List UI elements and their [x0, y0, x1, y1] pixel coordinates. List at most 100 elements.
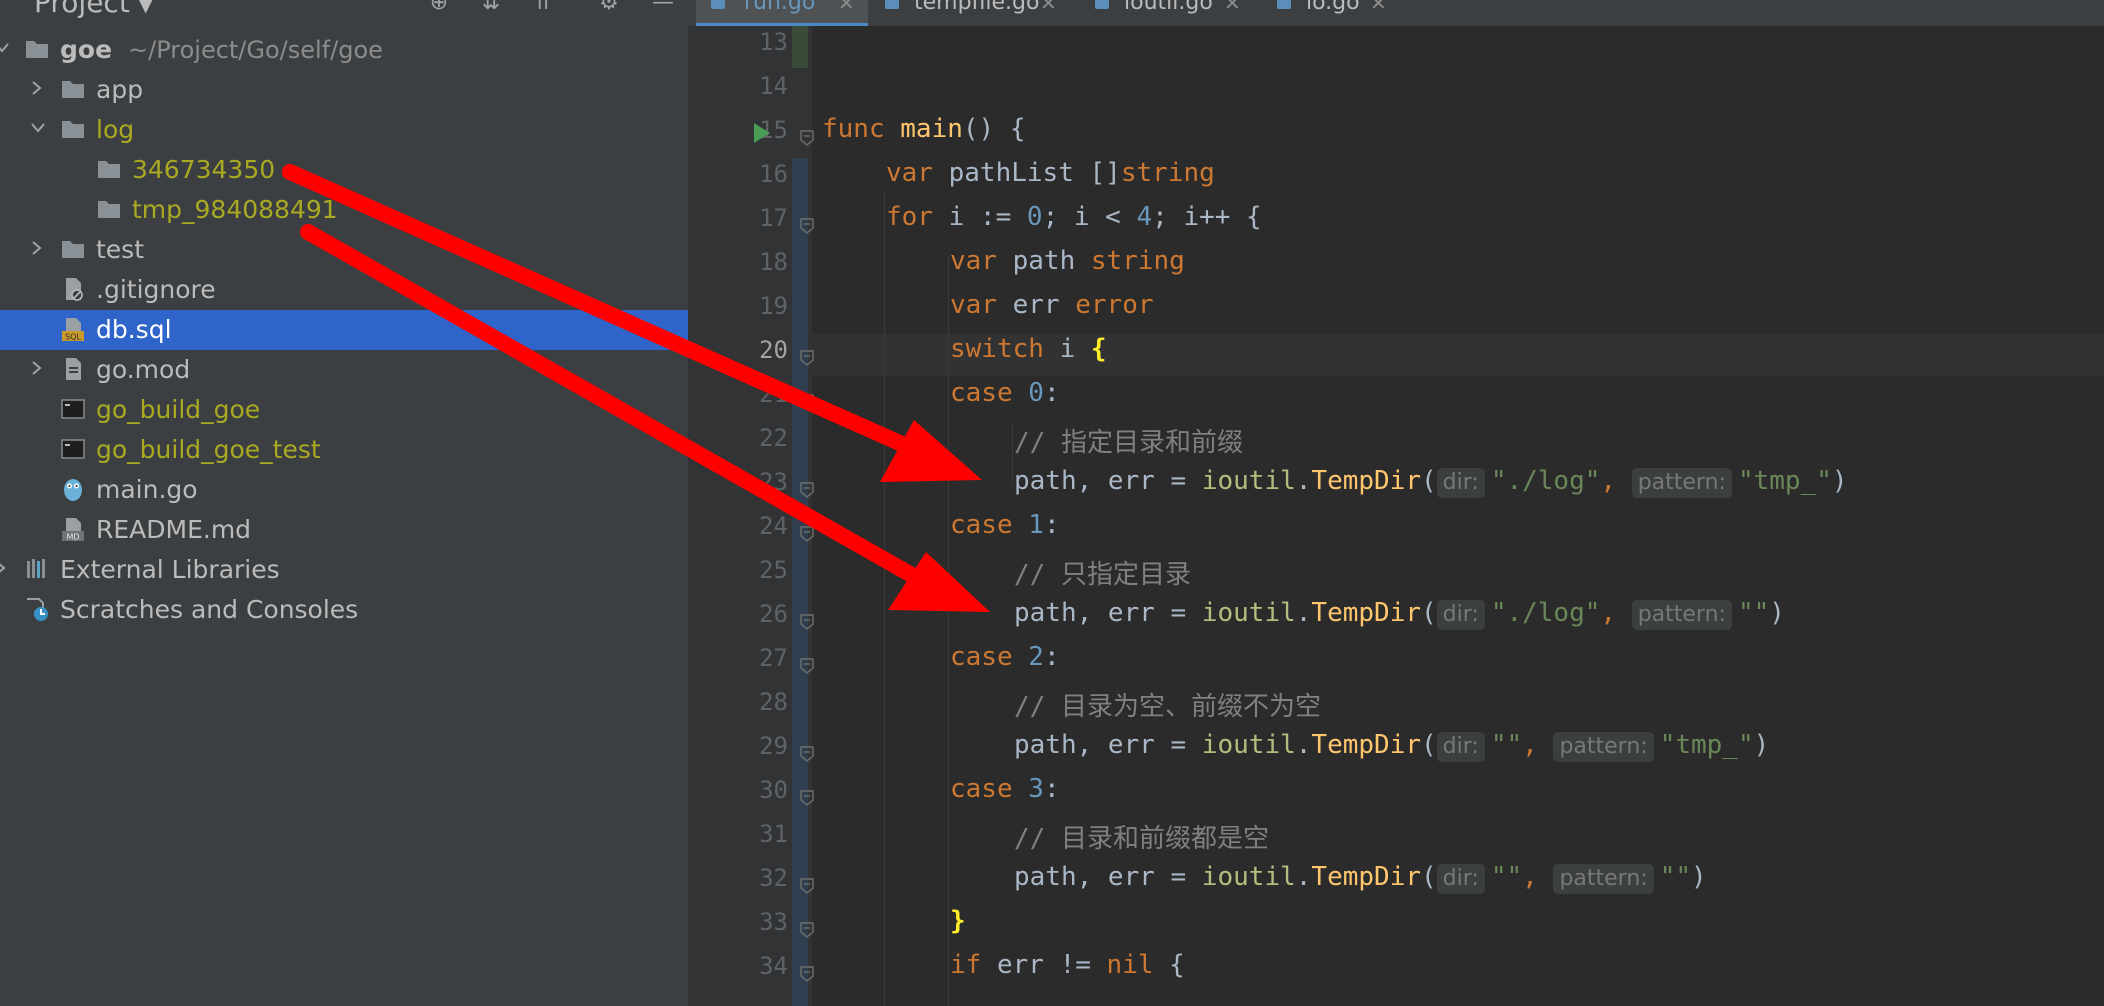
tree-item-label: main.go — [96, 475, 198, 504]
code-line-30[interactable]: case 3: — [950, 774, 1060, 814]
close-icon[interactable]: ✕ — [1370, 0, 1387, 15]
tree-item-goe[interactable]: goe ~/Project/Go/self/goe — [0, 30, 688, 70]
tree-item-label: db.sql — [96, 315, 172, 344]
chevron-right-icon[interactable] — [30, 80, 44, 95]
tree-item-tmp-984088491[interactable]: tmp_984088491 — [0, 190, 688, 230]
chevron-down-icon[interactable] — [30, 120, 45, 134]
parameter-hint: pattern: — [1553, 732, 1654, 762]
sql-file-icon: SQL — [60, 316, 86, 342]
tree-item-db-sql[interactable]: SQL db.sql — [0, 310, 688, 350]
expand-all-icon[interactable]: ⇊ — [476, 0, 506, 15]
close-icon[interactable]: ✕ — [1040, 0, 1057, 15]
code-line-31[interactable]: // 目录和前缀都是空 — [1014, 818, 1269, 858]
tree-item-go-build-goe-test[interactable]: go_build_goe_test — [0, 430, 688, 470]
fold-icon[interactable] — [800, 658, 814, 674]
identifier: pathList — [948, 158, 1074, 188]
tab-tempfile-go[interactable]: tempfile.go ✕ — [870, 0, 1078, 26]
tree-item-log[interactable]: log — [0, 110, 688, 150]
close-icon[interactable]: ✕ — [1224, 0, 1241, 15]
keyword: case — [950, 774, 1013, 804]
tab-io-go[interactable]: io.go ✕ — [1262, 0, 1402, 26]
code-text: path, err = — [1014, 598, 1202, 628]
tree-item-test[interactable]: test — [0, 230, 688, 270]
code-text: , — [1522, 862, 1554, 892]
code-line-29[interactable]: path, err = ioutil.TempDir(dir: "", patte… — [1014, 730, 1769, 770]
code-line-28[interactable]: // 目录为空、前缀不为空 — [1014, 686, 1321, 726]
package-name: ioutil — [1201, 598, 1296, 628]
tree-item-main-go[interactable]: main.go — [0, 470, 688, 510]
tree-item-346734350[interactable]: 346734350 — [0, 150, 688, 190]
fold-icon[interactable] — [800, 922, 814, 938]
fold-icon[interactable] — [800, 878, 814, 894]
chevron-down-icon[interactable] — [0, 40, 9, 54]
go-file-icon — [60, 476, 86, 502]
code-line-24[interactable]: case 1: — [950, 510, 1060, 550]
code-line-23[interactable]: path, err = ioutil.TempDir(dir: "./log", … — [1014, 466, 1848, 506]
tree-item-gitignore[interactable]: .gitignore — [0, 270, 688, 310]
code-line-32[interactable]: path, err = ioutil.TempDir(dir: "", patte… — [1014, 862, 1707, 902]
code-text: ) — [1769, 598, 1785, 628]
tree-item-app[interactable]: app — [0, 70, 688, 110]
folder-icon — [60, 236, 86, 262]
fold-icon[interactable] — [800, 394, 814, 410]
locate-icon[interactable]: ⊕ — [424, 0, 454, 15]
tab-run-go[interactable]: run.go ✕ — [696, 0, 868, 26]
tab-ioutil-go[interactable]: ioutil.go ✕ — [1080, 0, 1260, 26]
tree-item-external-libraries[interactable]: External Libraries — [0, 550, 688, 590]
code-line-33[interactable]: } — [950, 906, 966, 946]
fold-icon[interactable] — [800, 790, 814, 806]
string-literal: "" — [1659, 862, 1691, 892]
project-panel-title[interactable]: Project — [34, 0, 130, 19]
number-literal: 2 — [1028, 642, 1044, 672]
fold-icon[interactable] — [800, 350, 814, 366]
tree-item-readme-md[interactable]: MD README.md — [0, 510, 688, 550]
matched-brace: } — [950, 906, 966, 936]
line-number: 26 — [759, 600, 788, 628]
collapse-all-icon[interactable]: ⇈ — [528, 0, 558, 15]
tree-item-label: Scratches and Consoles — [60, 595, 359, 624]
chevron-right-icon[interactable] — [30, 360, 44, 375]
go-file-icon — [1277, 0, 1291, 9]
code-line-16[interactable]: var pathList []string — [886, 158, 1215, 198]
code-line-20[interactable]: switch i { — [950, 334, 1107, 374]
tree-item-label: README.md — [96, 515, 252, 544]
code-line-18[interactable]: var path string — [950, 246, 1185, 286]
tree-item-go-mod[interactable]: go.mod — [0, 350, 688, 390]
code-line-26[interactable]: path, err = ioutil.TempDir(dir: "./log", … — [1014, 598, 1785, 638]
markdown-file-icon: MD — [60, 516, 86, 542]
code-line-15[interactable]: func main() { — [822, 114, 1026, 154]
code-line-27[interactable]: case 2: — [950, 642, 1060, 682]
code-line-19[interactable]: var err error — [950, 290, 1154, 330]
chevron-right-icon[interactable] — [30, 240, 44, 255]
code-line-22[interactable]: // 指定目录和前缀 — [1014, 422, 1243, 462]
fold-icon[interactable] — [800, 482, 814, 498]
code-text: , — [1522, 730, 1554, 760]
chevron-right-icon[interactable] — [0, 560, 8, 574]
tree-item-scratches-and-consoles[interactable]: Scratches and Consoles — [0, 590, 688, 630]
tree-item-label: test — [96, 235, 145, 264]
fold-icon[interactable] — [800, 218, 814, 234]
svg-text:MD: MD — [66, 533, 79, 542]
fold-icon[interactable] — [800, 966, 814, 982]
fold-icon[interactable] — [800, 526, 814, 542]
tree-item-label: app — [96, 75, 144, 104]
close-icon[interactable]: ✕ — [838, 0, 855, 15]
tree-item-label: .gitignore — [96, 275, 216, 304]
fold-icon[interactable] — [800, 130, 814, 146]
keyword: var — [886, 158, 933, 188]
gear-icon[interactable]: ⚙ — [594, 0, 624, 15]
number-literal: 3 — [1028, 774, 1044, 804]
code-line-25[interactable]: // 只指定目录 — [1014, 554, 1191, 594]
hide-panel-icon[interactable]: — — [648, 0, 678, 15]
line-number: 15 — [759, 116, 788, 144]
fold-icon[interactable] — [800, 614, 814, 630]
chevron-down-icon[interactable]: ▼ — [138, 0, 153, 16]
code-line-21[interactable]: case 0: — [950, 378, 1060, 418]
tree-item-go-build-goe[interactable]: go_build_goe — [0, 390, 688, 430]
fold-icon[interactable] — [800, 746, 814, 762]
code-line-34[interactable]: if err != nil { — [950, 950, 1185, 990]
function-name: TempDir — [1311, 862, 1421, 892]
run-icon[interactable] — [752, 122, 772, 144]
code-line-17[interactable]: for i := 0; i < 4; i++ { — [886, 202, 1262, 242]
code-text: err != — [981, 950, 1107, 980]
